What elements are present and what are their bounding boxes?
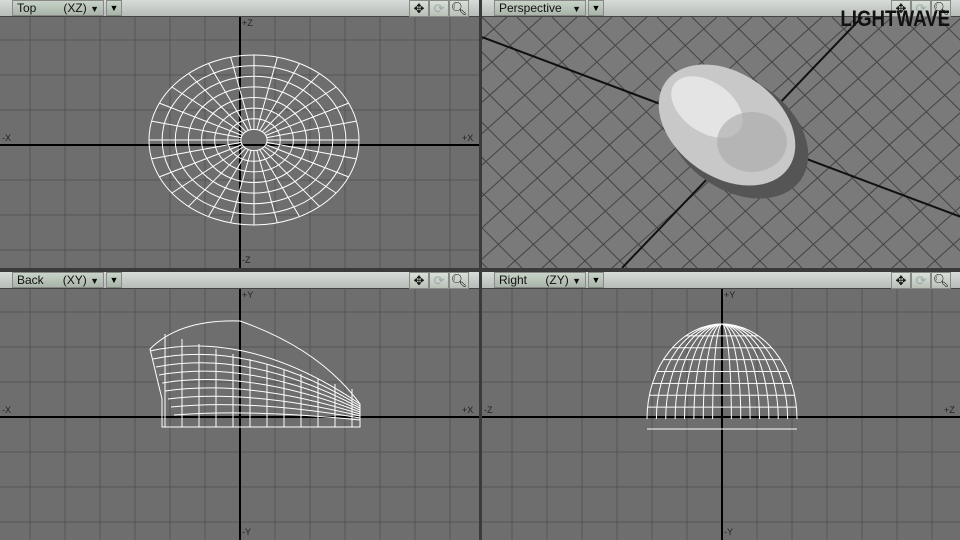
viewport-header: Top (XZ) ▼ ▼ ✥ ⟳ 🔍︎ (0, 0, 479, 17)
grid-line (866, 16, 960, 112)
axis-label-bottom: -Y (724, 527, 733, 537)
viewport-canvas[interactable] (482, 16, 960, 268)
view-type-dropdown[interactable]: Top (XZ) ▼ (12, 0, 104, 16)
axis-label-bottom: -Z (242, 255, 251, 265)
axis-label-top: +Z (242, 18, 253, 28)
grid-line (482, 16, 683, 197)
zoom-icon[interactable]: 🔍︎ (449, 272, 469, 289)
view-axes: (ZY) (545, 273, 569, 287)
viewport-canvas[interactable]: +Z -Z -X +X (0, 17, 479, 268)
chevron-down-icon: ▼ (109, 275, 119, 285)
axis-label-top: +Y (724, 290, 736, 300)
view-axes: (XZ) (63, 1, 87, 15)
wireframe-mesh (149, 320, 361, 428)
viewport-perspective[interactable]: Perspective ▼ ▼ ✥ ⟳ 🔍︎ (482, 0, 960, 268)
rotate-icon[interactable]: ⟳ (911, 272, 931, 289)
viewport-canvas[interactable]: +Y -Y -X +X (0, 289, 479, 540)
axis-label-right: +X (462, 133, 474, 143)
viewport-top[interactable]: Top (XZ) ▼ ▼ ✥ ⟳ 🔍︎ +Z -Z -X +X (0, 0, 479, 268)
grid-line (482, 16, 648, 166)
view-axes: (XY) (62, 273, 87, 287)
view-mode-dropdown[interactable]: ▼ (106, 0, 122, 16)
chevron-down-icon: ▼ (591, 3, 601, 13)
chevron-down-icon: ▼ (591, 275, 601, 285)
viewport-header: Right (ZY) ▼ ▼ ✥ ⟳ 🔍︎ (482, 272, 960, 289)
axis-label-top: +Y (242, 290, 254, 300)
chevron-down-icon: ▼ (90, 4, 99, 14)
axis-label-left: -Z (484, 405, 493, 415)
view-type-dropdown[interactable]: Perspective ▼ (494, 0, 586, 16)
chevron-down-icon: ▼ (572, 4, 581, 14)
view-type-dropdown[interactable]: Right (ZY) ▼ (494, 272, 586, 288)
chevron-down-icon: ▼ (90, 276, 99, 286)
grid-line (831, 16, 960, 147)
axis-label-left: -X (2, 405, 11, 415)
view-name: Perspective (499, 1, 562, 15)
rotate-icon[interactable]: ⟳ (429, 272, 449, 289)
move-icon[interactable]: ✥ (891, 272, 911, 289)
axis-label-left: -X (2, 133, 11, 143)
view-name: Right (499, 273, 528, 287)
grid-line (891, 206, 960, 268)
move-icon[interactable]: ✥ (409, 0, 429, 17)
view-name: Top (17, 1, 37, 15)
view-type-dropdown[interactable]: Back (XY) ▼ (12, 272, 104, 288)
view-mode-dropdown[interactable]: ▼ (588, 0, 604, 16)
shaded-mesh (658, 64, 809, 199)
viewport-back[interactable]: Back (XY) ▼ ▼ ✥ ⟳ 🔍︎ +Y -Y -X +X (0, 272, 479, 540)
move-icon[interactable]: ✥ (409, 272, 429, 289)
rotate-icon[interactable]: ⟳ (429, 0, 449, 17)
viewport-header: Back (XY) ▼ ▼ ✥ ⟳ 🔍︎ (0, 272, 479, 289)
chevron-down-icon: ▼ (109, 3, 119, 13)
wireframe-mesh (148, 54, 360, 226)
view-name: Back (17, 273, 44, 287)
viewport-canvas[interactable]: +Y -Y -Z +Z (482, 289, 960, 540)
grid-line (901, 16, 960, 76)
view-mode-dropdown[interactable]: ▼ (106, 272, 122, 288)
grid-line (482, 16, 508, 41)
axis-label-bottom: -Y (242, 527, 251, 537)
grid-line (856, 174, 960, 268)
axis-label-right: +X (462, 405, 474, 415)
grid-line (482, 16, 543, 72)
viewport-right[interactable]: Right (ZY) ▼ ▼ ✥ ⟳ 🔍︎ +Y -Y -Z +Z (482, 272, 960, 540)
lightwave-logo: LIGHTWAVE (840, 6, 950, 31)
axis-label-right: +Z (944, 405, 955, 415)
chevron-down-icon: ▼ (572, 276, 581, 286)
zoom-icon[interactable]: 🔍︎ (449, 0, 469, 17)
zoom-icon[interactable]: 🔍︎ (931, 272, 951, 289)
view-mode-dropdown[interactable]: ▼ (588, 272, 604, 288)
